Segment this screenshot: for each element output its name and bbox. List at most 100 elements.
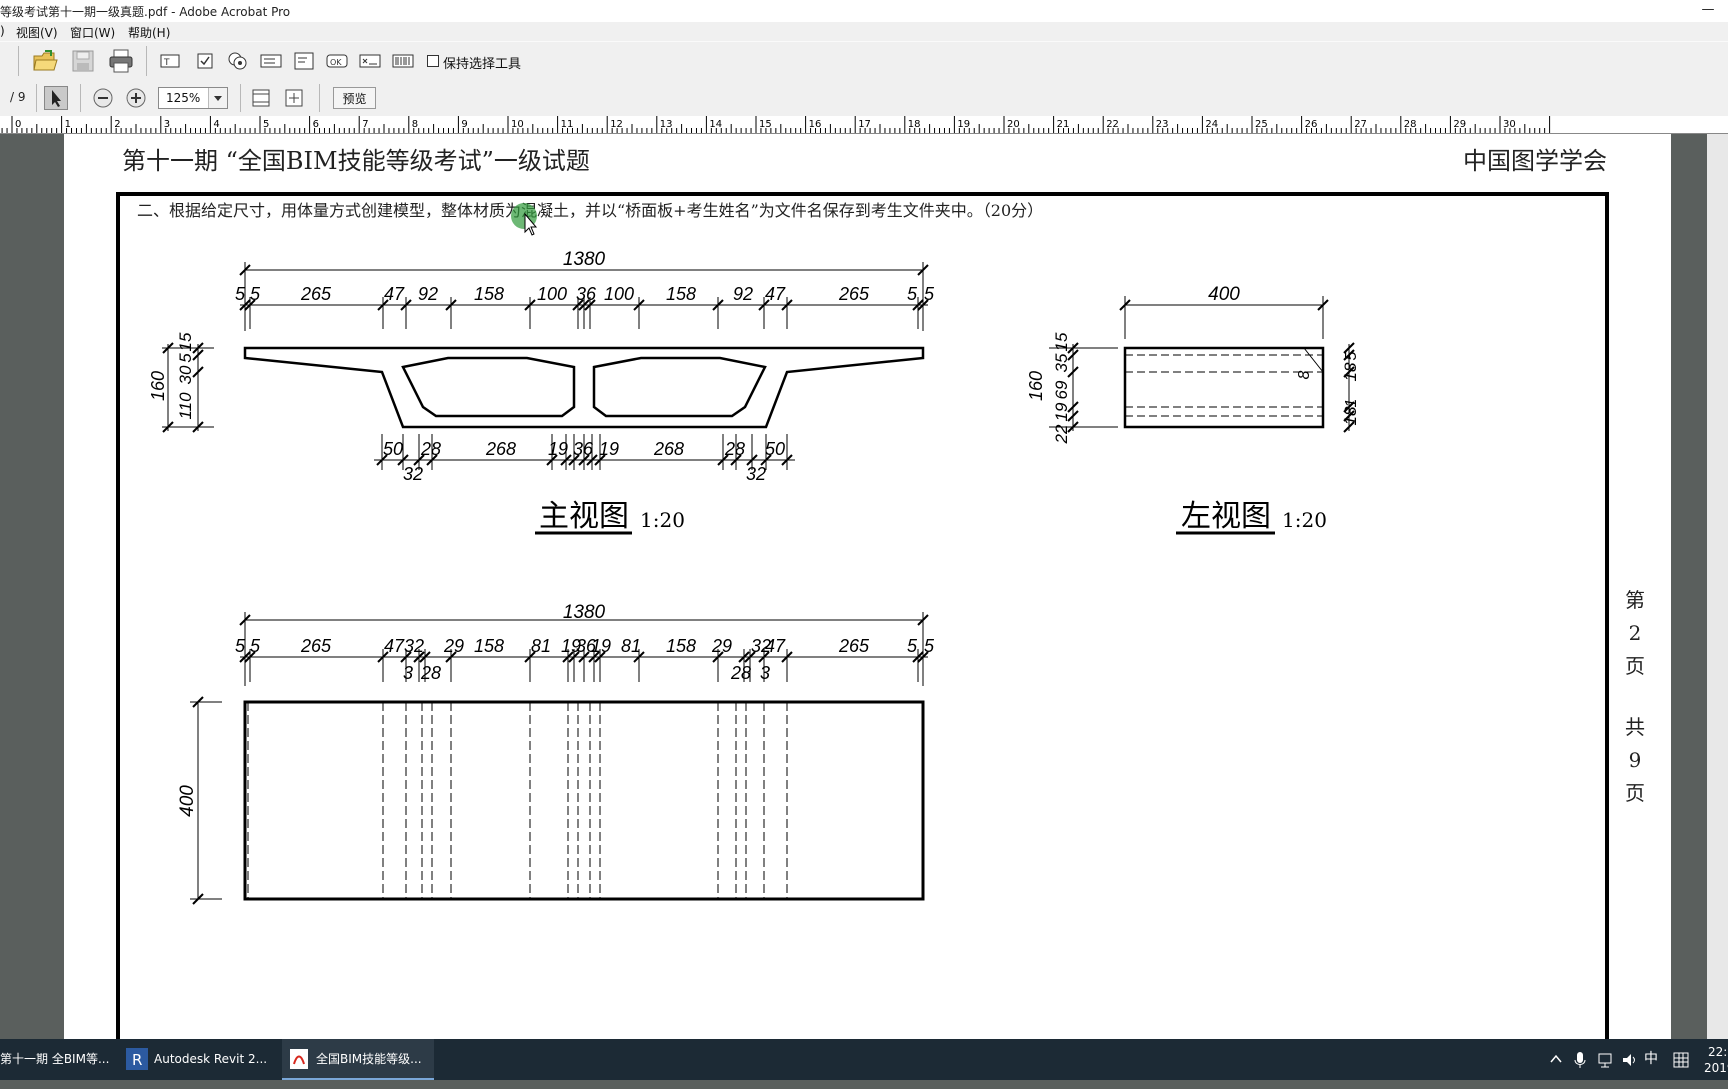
plan-top-dim-5: 29 (443, 636, 464, 656)
text-field-icon[interactable]: T (160, 52, 180, 70)
plan-view-overall-width: 1380 (563, 602, 606, 623)
front-top-dim-6: 100 (537, 284, 567, 304)
volume-icon[interactable] (1621, 1051, 1639, 1069)
microphone-icon[interactable] (1573, 1051, 1587, 1069)
minimize-button[interactable]: — (1688, 0, 1728, 22)
taskbar-item-label-2: 全国BIM技能等级... (316, 1052, 422, 1066)
ruler-label: 25 (1255, 119, 1268, 130)
taskbar-item-acrobat[interactable]: 全国BIM技能等级... (282, 1039, 434, 1080)
save-icon[interactable] (71, 49, 95, 73)
page-side-3: 共 (1625, 715, 1645, 739)
ruler-label: 29 (1453, 119, 1466, 130)
menu-item-help[interactable]: 帮助(H) (128, 24, 170, 41)
page-count: / 9 (10, 90, 26, 104)
taskbar-item-video[interactable]: 第十一期 全BIM等... (0, 1039, 112, 1080)
preview-button[interactable]: 预览 (333, 87, 376, 109)
signature-field-icon[interactable] (359, 53, 381, 69)
menu-item-window[interactable]: 窗口(W) (70, 24, 115, 41)
keep-tool-selected-checkbox[interactable] (427, 55, 439, 67)
left-right-dim-0: 5 (1343, 351, 1360, 360)
left-view-outline (1123, 346, 1325, 429)
front-left-dim-2: 30 (176, 365, 195, 384)
zoom-in-icon[interactable] (125, 87, 147, 109)
left-view-scale: 1:20 (1282, 508, 1327, 532)
front-top-dim-4: 92 (418, 284, 438, 304)
open-folder-icon[interactable] (32, 48, 58, 74)
ruler-label: 7 (362, 119, 368, 130)
ruler-label: 9 (461, 119, 467, 130)
ruler-label: 20 (1007, 119, 1020, 130)
plan-view-sub-labels: 3 28 28 3 (403, 663, 770, 683)
front-left-dim-0: 15 (176, 332, 195, 351)
front-bottom-dim-2: 268 (485, 439, 516, 459)
plan-top-dim-4: 32 (404, 636, 424, 656)
taskbar-item-revit[interactable]: R Autodesk Revit 2... (120, 1039, 268, 1080)
question-text: 二、根据给定尺寸，用体量方式创建模型，整体材质为混凝土，并以“桥面板+考生姓名”… (137, 201, 1043, 220)
page-side-0: 第 (1625, 588, 1645, 612)
front-top-dim-5: 158 (474, 284, 504, 304)
left-left-dim-4: 19 (1052, 402, 1071, 421)
left-right-dim-1: 18 (1341, 362, 1360, 381)
ruler-label: 2 (114, 119, 120, 130)
plan-sub-dim-0: 3 (403, 663, 413, 683)
front-left-dim-4: 110 (176, 392, 195, 420)
toolbar-navigation: / 9 125% 预览 (0, 80, 1728, 117)
dropdown-tool-icon[interactable] (293, 51, 315, 71)
front-view-overall-width: 1380 (563, 249, 606, 270)
ruler-label: 8 (412, 119, 418, 130)
ruler-label: 13 (660, 119, 673, 130)
ruler-label: 26 (1305, 119, 1318, 130)
menu-item-view[interactable]: 视图(V) (16, 24, 58, 41)
clock-date[interactable]: 2019 (1704, 1048, 1728, 1089)
svg-text:OK: OK (330, 58, 342, 67)
radio-button-tool-icon[interactable] (227, 51, 249, 71)
ruler-label: 15 (759, 119, 772, 130)
plan-sub-dim-3: 3 (760, 663, 770, 683)
network-icon[interactable] (1597, 1051, 1615, 1069)
menu-item-edit-tail[interactable]: ) (0, 24, 5, 38)
keyboard-grid-icon[interactable] (1672, 1051, 1690, 1069)
vertical-scrollbar[interactable] (1707, 134, 1728, 1039)
select-tool-icon[interactable] (44, 86, 68, 110)
header-left: 第十一期 “全国BIM技能等级考试”一级试题 (122, 147, 590, 175)
front-top-dim-7: 36 (576, 284, 597, 304)
front-top-dim-0: 5 (235, 284, 246, 304)
zoom-select[interactable]: 125% (158, 87, 228, 109)
left-left-dim-3: 69 (1052, 380, 1071, 399)
list-box-tool-icon[interactable] (260, 53, 282, 69)
front-bottom-dim2-0: 32 (403, 464, 423, 484)
ruler-label: 14 (709, 119, 722, 130)
ruler-label: 10 (511, 119, 524, 130)
ruler-label: 22 (1106, 119, 1119, 130)
fit-page-icon[interactable] (283, 87, 305, 109)
zoom-out-icon[interactable] (92, 87, 114, 109)
front-bottom-dim2-1: 32 (746, 464, 766, 484)
ime-indicator[interactable]: 中 (1644, 1039, 1658, 1080)
ruler-label: 28 (1404, 119, 1417, 130)
ruler-label: 5 (263, 119, 269, 130)
plan-top-dim-0: 5 (235, 636, 246, 656)
ruler-label: 12 (610, 119, 623, 130)
chevron-down-icon[interactable] (208, 88, 227, 108)
front-bottom-dim-5: 19 (599, 439, 619, 459)
button-tool-icon[interactable]: OK (326, 53, 348, 69)
front-top-dim-1: 5 (250, 284, 261, 304)
front-top-dim-10: 92 (733, 284, 753, 304)
plan-top-dim-7: 81 (531, 636, 551, 656)
fit-width-icon[interactable] (250, 87, 272, 109)
front-bottom-dim-6: 268 (653, 439, 684, 459)
plan-view-top-labels: 5 5 265 47 32 29 158 81 193619 81 158 29 3247 265 5 5 (235, 636, 935, 656)
chevron-up-icon[interactable] (1549, 1052, 1563, 1066)
taskbar: 第十一期 全BIM等... R Autodesk Revit 2... 全国BI… (0, 1039, 1728, 1080)
print-icon[interactable] (108, 48, 134, 74)
left-left-dim-5: 22 (1052, 424, 1071, 444)
front-top-dim-8: 100 (604, 284, 634, 304)
window-controls: — (1688, 0, 1728, 22)
zoom-value: 125% (166, 91, 201, 105)
checkbox-tool-icon[interactable] (196, 52, 214, 70)
front-view-left-cell (401, 356, 576, 418)
left-view-title: 左视图 (1181, 499, 1271, 534)
plan-top-dim-13: 29 (711, 636, 732, 656)
barcode-tool-icon[interactable] (392, 53, 414, 69)
pdf-page: 第十一期 “全国BIM技能等级考试”一级试题 中国图学学会 二、根据给定尺寸，用… (64, 134, 1671, 1039)
